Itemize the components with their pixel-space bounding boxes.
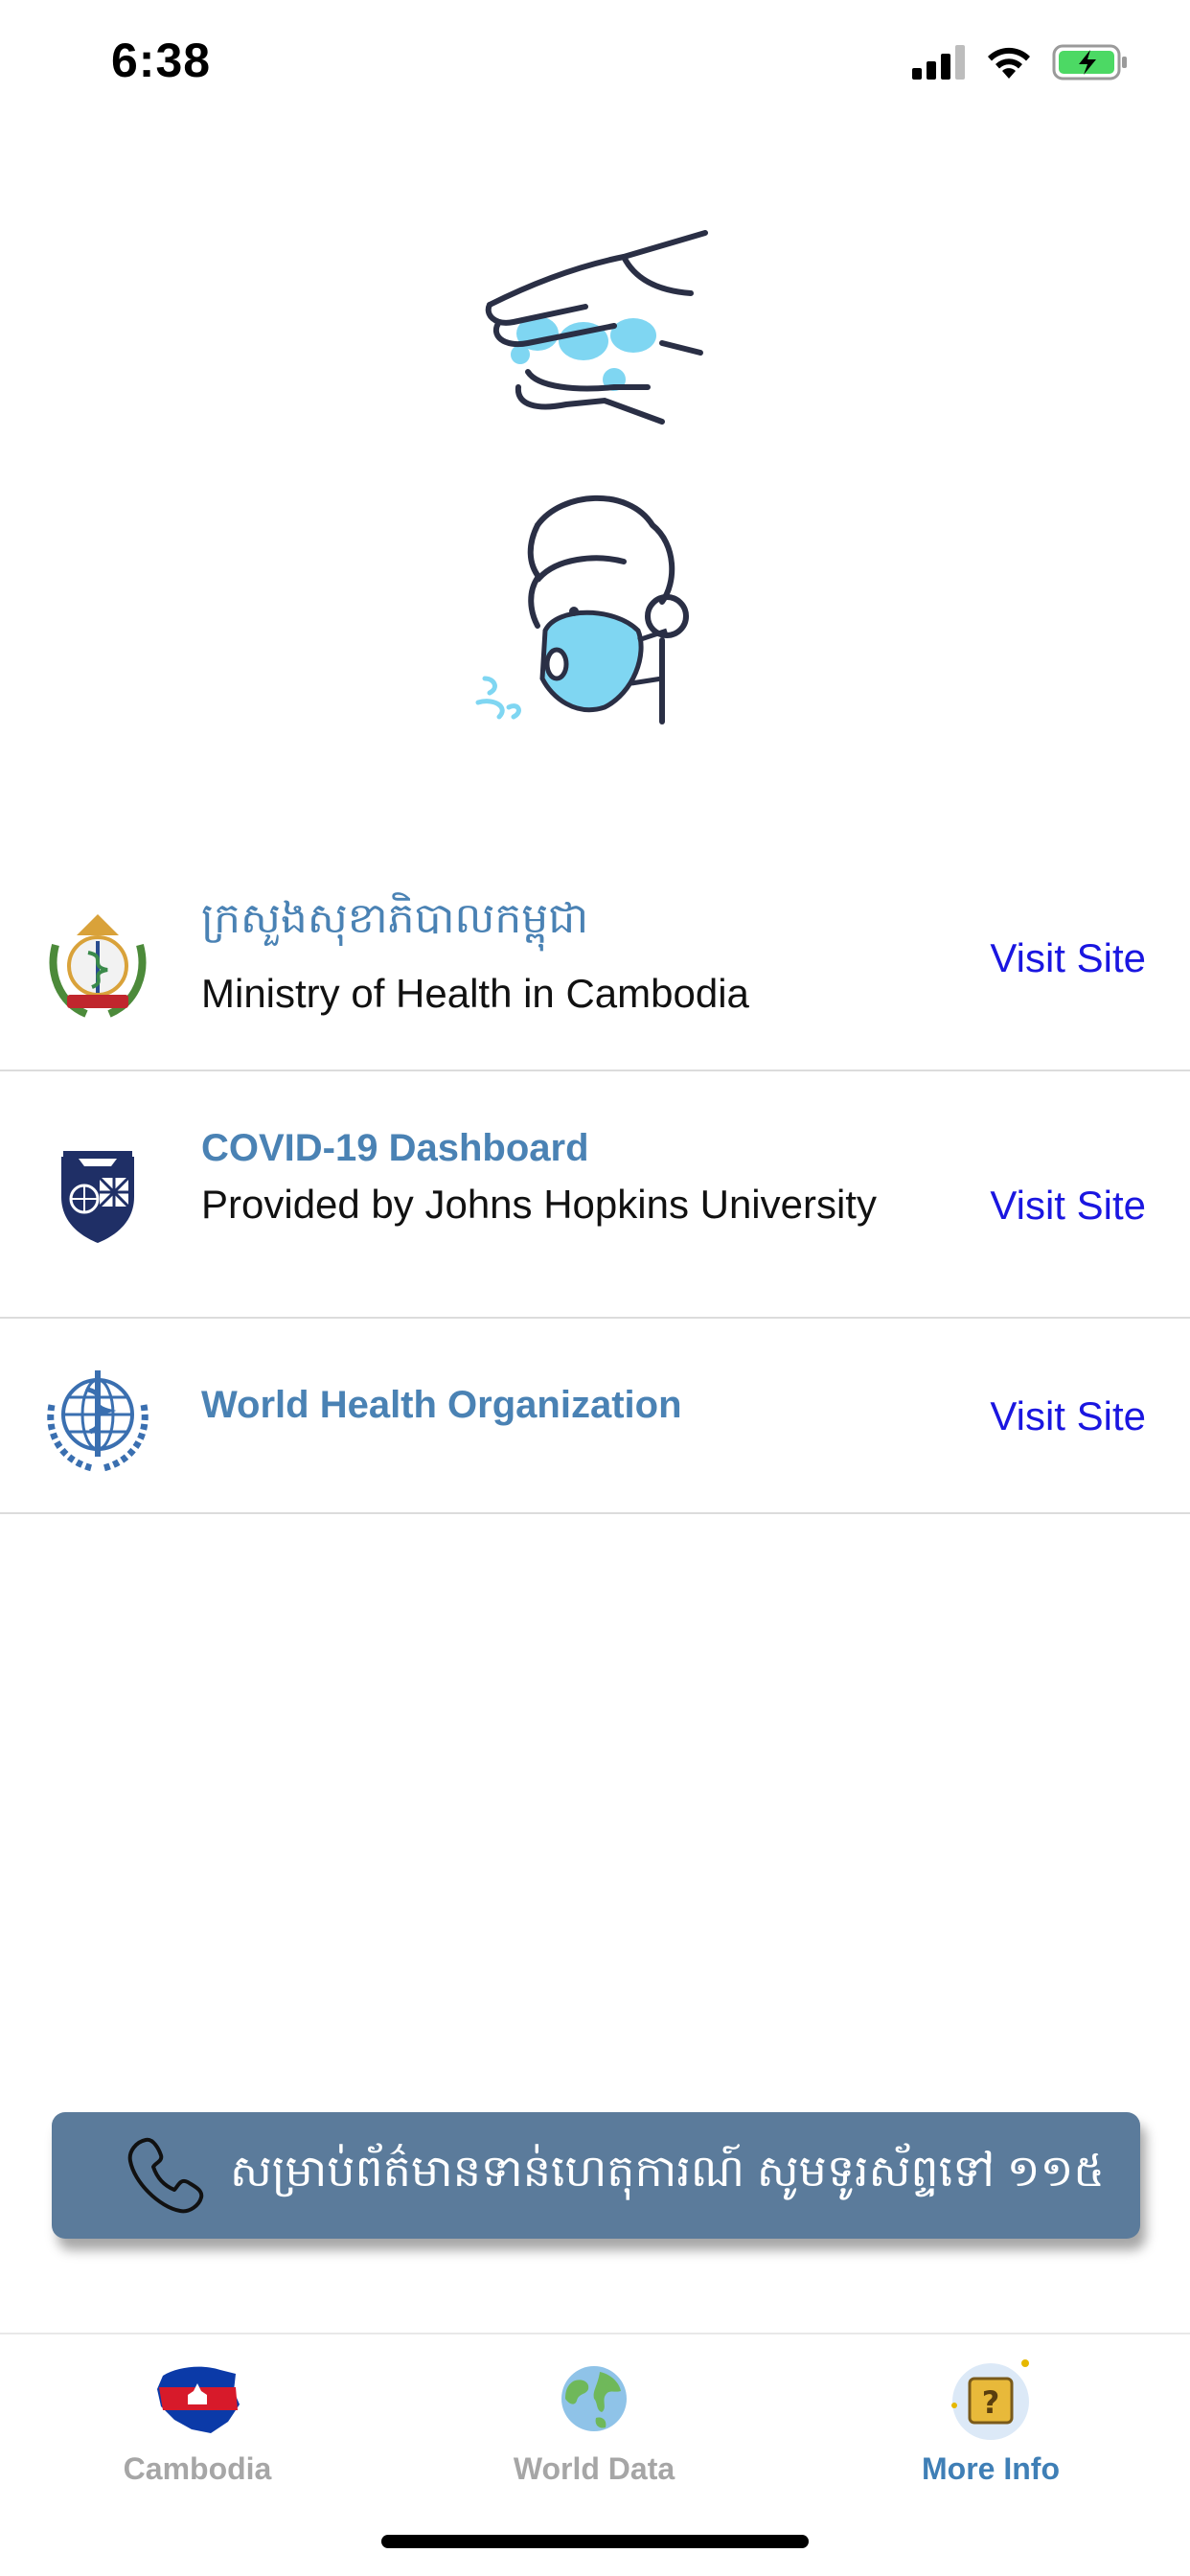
tab-more-info[interactable]: ? More Info: [847, 2356, 1134, 2487]
covid-dashboard-title: COVID-19 Dashboard: [201, 1127, 589, 1169]
ministry-of-health-text: ក្រសួងសុខាភិបាលកម្ពុជា Ministry of Healt…: [201, 889, 949, 1020]
more-info-screen: 6:38 ក្រសួងសុខាភិបាលកម្ពុជា Ministry of …: [0, 0, 1190, 2576]
globe-icon: [546, 2356, 642, 2442]
hand-washing-illustration: [0, 218, 1190, 429]
link-row-covid-dashboard: COVID-19 Dashboard Provided by Johns Hop…: [0, 1071, 1190, 1319]
ministry-of-health-subtitle: Ministry of Health in Cambodia: [201, 971, 749, 1016]
question-box-icon: ?: [943, 2356, 1039, 2442]
tab-world-data-label: World Data: [513, 2451, 675, 2486]
battery-charging-icon: [1052, 44, 1127, 80]
status-bar: 6:38: [0, 0, 1190, 134]
status-time: 6:38: [111, 34, 212, 87]
face-mask-icon: [475, 494, 689, 724]
covid-dashboard-subtitle: Provided by Johns Hopkins University: [201, 1182, 877, 1227]
svg-text:?: ?: [982, 2384, 1000, 2421]
visit-site-ministry-of-health-link[interactable]: Visit Site: [990, 935, 1146, 981]
info-links-list: ក្រសួងសុខាភិបាលកម្ពុជា Ministry of Healt…: [0, 864, 1190, 1514]
phone-icon: [123, 2132, 209, 2219]
status-icons: [912, 44, 1129, 80]
visit-site-covid-dashboard-link[interactable]: Visit Site: [990, 1183, 1146, 1229]
cambodia-map-flag-icon: [149, 2356, 245, 2442]
tab-world-data[interactable]: World Data: [450, 2356, 738, 2487]
who-title: World Health Organization: [201, 1384, 682, 1426]
hand-washing-icon: [485, 230, 708, 425]
link-row-who: World Health Organization Visit Site: [0, 1319, 1190, 1514]
hotline-text: សម្រាប់ព័ត៌មានទាន់ហេតុការណ៍ សូមទូរស័ព្ទទ…: [230, 2145, 1105, 2196]
tab-more-info-label: More Info: [922, 2451, 1060, 2486]
who-emblem-icon: [36, 1355, 159, 1478]
signal-icon: [912, 45, 965, 80]
visit-site-who-link[interactable]: Visit Site: [990, 1393, 1146, 1439]
home-indicator[interactable]: [381, 2535, 809, 2548]
tab-cambodia[interactable]: Cambodia: [54, 2356, 341, 2487]
johns-hopkins-shield-icon: [36, 1131, 159, 1254]
who-text: World Health Organization: [201, 1380, 949, 1430]
link-row-ministry-of-health: ក្រសួងសុខាភិបាលកម្ពុជា Ministry of Healt…: [0, 864, 1190, 1071]
tab-cambodia-label: Cambodia: [123, 2451, 272, 2486]
covid-dashboard-text: COVID-19 Dashboard Provided by Johns Hop…: [201, 1123, 949, 1230]
ministry-of-health-emblem-icon: [36, 905, 159, 1027]
wifi-icon: [988, 47, 1030, 79]
hotline-button[interactable]: សម្រាប់ព័ត៌មានទាន់ហេតុការណ៍ សូមទូរស័ព្ទទ…: [52, 2112, 1140, 2239]
face-mask-illustration: [0, 487, 1190, 736]
ministry-of-health-khmer-title: ក្រសួងសុខាភិបាលកម្ពុជា: [201, 895, 589, 942]
